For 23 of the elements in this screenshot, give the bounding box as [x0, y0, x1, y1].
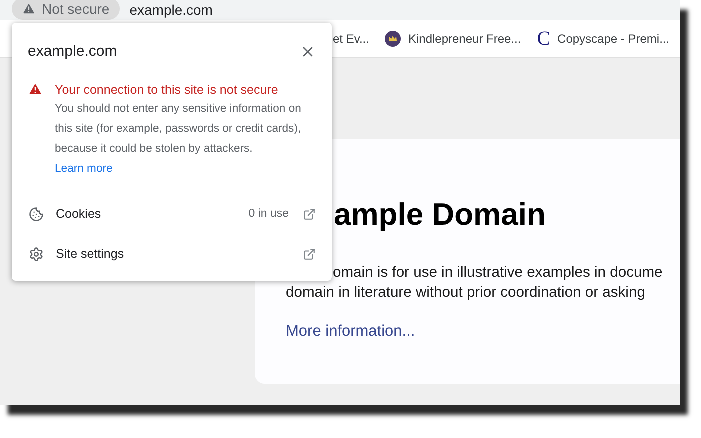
popup-title: example.com: [28, 42, 118, 62]
paragraph-line: domain in literature without prior coordination or asking: [286, 284, 646, 303]
popup-menu-item[interactable]: Site settings: [12, 234, 332, 274]
more-information-link[interactable]: More information...: [286, 320, 416, 344]
bookmark-icon: C: [537, 28, 551, 48]
security-chip[interactable]: Not secure: [12, 0, 120, 20]
warning-icon: [22, 2, 36, 16]
paragraph-line: omain is for use in illustrative examples in docume: [333, 264, 663, 283]
url-text[interactable]: example.com: [130, 0, 213, 20]
warning-title: Your connection to this site is not secure: [55, 82, 280, 98]
cookie-icon: [29, 207, 44, 222]
bookmark[interactable]: Kindlepreneur Free...: [385, 30, 522, 48]
warning-text: You should not enter any sensitive information on this site (for example, passwords or credit cards), because it could be stolen by attackers.: [55, 102, 302, 156]
settings-icon: [29, 247, 44, 262]
warning-icon: [28, 82, 43, 96]
learn-more-link[interactable]: Learn more: [55, 158, 113, 178]
external-link-icon: [303, 248, 316, 261]
popup-menu-item[interactable]: Cookies 0 in use: [12, 194, 332, 234]
bookmark[interactable]: C Copyscape - Premi...: [537, 28, 670, 48]
page-heading: ample Domain: [334, 197, 546, 233]
crown-icon: [385, 30, 402, 46]
external-link-icon: [303, 208, 316, 221]
bookmark[interactable]: et Ev...: [333, 30, 370, 48]
